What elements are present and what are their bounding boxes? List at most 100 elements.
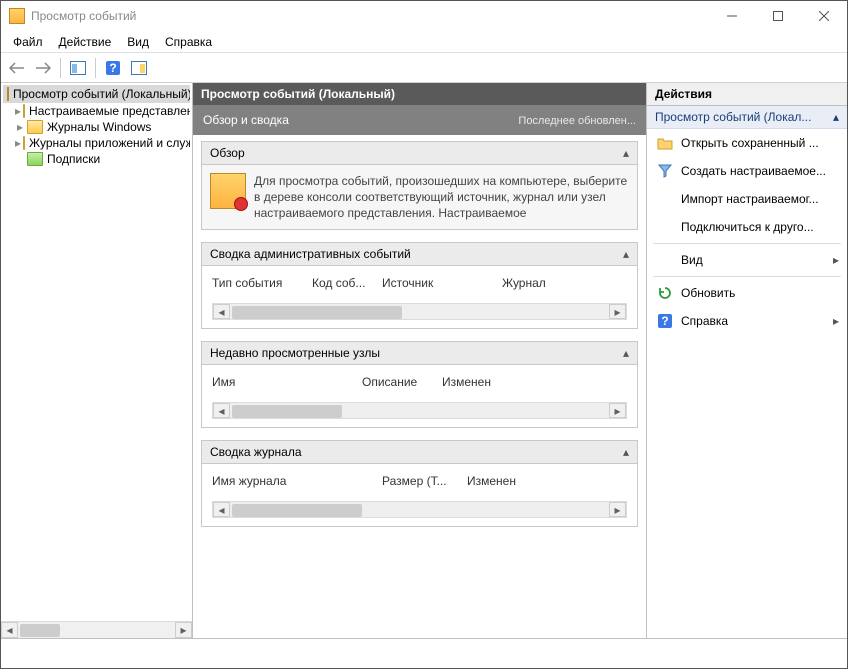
admin-body: Тип события Код соб... Источник Журнал ◂… <box>201 266 638 329</box>
menu-action[interactable]: Действие <box>51 33 120 51</box>
show-actions-button[interactable] <box>127 56 151 80</box>
col-name[interactable]: Имя <box>212 373 362 391</box>
recent-hscroll[interactable]: ◂ ▸ <box>212 402 627 419</box>
tree-root[interactable]: Просмотр событий (Локальный) <box>3 85 190 103</box>
scroll-thumb[interactable] <box>20 624 60 637</box>
recent-columns: Имя Описание Изменен <box>212 373 627 394</box>
scroll-track[interactable] <box>230 304 609 319</box>
scroll-right-button[interactable]: ▸ <box>609 304 626 319</box>
menu-file[interactable]: Файл <box>5 33 51 51</box>
last-update: Последнее обновлен... <box>518 115 636 127</box>
scroll-track[interactable] <box>230 403 609 418</box>
section-log-summary: Сводка журнала ▴ Имя журнала Размер (Т..… <box>201 440 638 527</box>
col-event-type[interactable]: Тип события <box>212 274 312 292</box>
section-head-recent[interactable]: Недавно просмотренные узлы ▴ <box>201 341 638 365</box>
tree-item-custom-views[interactable]: ▸ Настраиваемые представления <box>3 103 190 119</box>
show-tree-button[interactable] <box>66 56 90 80</box>
folder-icon <box>23 136 25 150</box>
refresh-icon <box>657 285 673 301</box>
action-label: Открыть сохраненный ... <box>681 136 819 150</box>
overview-text: Для просмотра событий, произошедших на к… <box>254 173 629 221</box>
scroll-thumb[interactable] <box>232 504 362 517</box>
collapse-icon[interactable]: ▴ <box>623 346 629 360</box>
col-modified[interactable]: Изменен <box>442 373 497 391</box>
menubar: Файл Действие Вид Справка <box>1 31 847 53</box>
action-open-saved-log[interactable]: Открыть сохраненный ... <box>647 129 847 157</box>
scroll-right-button[interactable]: ▸ <box>175 622 192 638</box>
tree-item-subscriptions[interactable]: Подписки <box>3 151 190 167</box>
col-event-id[interactable]: Код соб... <box>312 274 382 292</box>
svg-text:?: ? <box>109 61 116 75</box>
expander-icon[interactable]: ▸ <box>15 106 21 116</box>
scroll-left-button[interactable]: ◂ <box>1 622 18 638</box>
actions-group-label: Просмотр событий (Локал... <box>655 110 811 124</box>
section-head-label: Обзор <box>210 146 245 160</box>
scroll-thumb[interactable] <box>232 405 342 418</box>
collapse-icon[interactable]: ▴ <box>623 146 629 160</box>
help-icon: ? <box>657 313 673 329</box>
scroll-right-button[interactable]: ▸ <box>609 502 626 517</box>
window-controls <box>709 1 847 31</box>
admin-columns: Тип события Код соб... Источник Журнал <box>212 274 627 295</box>
folder-icon <box>27 120 43 134</box>
toolbar-separator <box>60 58 61 78</box>
action-import-custom-view[interactable]: Импорт настраиваемог... <box>647 185 847 213</box>
forward-button[interactable] <box>31 56 55 80</box>
chevron-right-icon: ▸ <box>833 253 839 267</box>
section-head-label: Сводка журнала <box>210 445 302 459</box>
folder-icon <box>23 104 25 118</box>
action-create-custom-view[interactable]: Создать настраиваемое... <box>647 157 847 185</box>
expander-icon[interactable]: ▸ <box>15 122 25 132</box>
actions-group[interactable]: Просмотр событий (Локал... ▴ <box>647 106 847 129</box>
section-head-overview[interactable]: Обзор ▴ <box>201 141 638 165</box>
admin-hscroll[interactable]: ◂ ▸ <box>212 303 627 320</box>
filter-icon <box>657 163 673 179</box>
section-admin-summary: Сводка административных событий ▴ Тип со… <box>201 242 638 329</box>
close-button[interactable] <box>801 1 847 31</box>
menu-help[interactable]: Справка <box>157 33 220 51</box>
window-title: Просмотр событий <box>31 9 709 23</box>
maximize-button[interactable] <box>755 1 801 31</box>
col-source[interactable]: Источник <box>382 274 502 292</box>
action-view-submenu[interactable]: Вид ▸ <box>647 246 847 274</box>
log-hscroll[interactable]: ◂ ▸ <box>212 501 627 518</box>
tree-hscrollbar[interactable]: ◂ ▸ <box>1 621 192 638</box>
chevron-up-icon[interactable]: ▴ <box>833 110 839 124</box>
overview-body: Для просмотра событий, произошедших на к… <box>201 165 638 230</box>
tree-item-label: Настраиваемые представления <box>29 104 190 118</box>
action-help-submenu[interactable]: ? Справка ▸ <box>647 307 847 335</box>
scroll-track[interactable] <box>18 622 175 638</box>
expander-icon[interactable]: ▸ <box>15 138 21 148</box>
action-connect-remote[interactable]: Подключиться к друго... <box>647 213 847 241</box>
col-log-name[interactable]: Имя журнала <box>212 472 382 490</box>
toolbar-separator <box>95 58 96 78</box>
scroll-left-button[interactable]: ◂ <box>213 304 230 319</box>
center-pane: Просмотр событий (Локальный) Обзор и сво… <box>193 83 647 638</box>
help-button[interactable]: ? <box>101 56 125 80</box>
menu-view[interactable]: Вид <box>119 33 157 51</box>
col-log[interactable]: Журнал <box>502 274 552 292</box>
section-recent-nodes: Недавно просмотренные узлы ▴ Имя Описани… <box>201 341 638 428</box>
collapse-icon[interactable]: ▴ <box>623 445 629 459</box>
collapse-icon[interactable]: ▴ <box>623 247 629 261</box>
eventvwr-icon <box>7 87 9 101</box>
action-label: Создать настраиваемое... <box>681 164 826 178</box>
section-overview: Обзор ▴ Для просмотра событий, произошед… <box>201 141 638 230</box>
tree-item-app-logs[interactable]: ▸ Журналы приложений и служб <box>3 135 190 151</box>
scroll-left-button[interactable]: ◂ <box>213 403 230 418</box>
section-head-log[interactable]: Сводка журнала ▴ <box>201 440 638 464</box>
col-description[interactable]: Описание <box>362 373 442 391</box>
scroll-right-button[interactable]: ▸ <box>609 403 626 418</box>
titlebar: Просмотр событий <box>1 1 847 31</box>
col-size[interactable]: Размер (Т... <box>382 472 467 490</box>
scroll-left-button[interactable]: ◂ <box>213 502 230 517</box>
back-button[interactable] <box>5 56 29 80</box>
col-modified[interactable]: Изменен <box>467 472 522 490</box>
action-refresh[interactable]: Обновить <box>647 279 847 307</box>
scroll-thumb[interactable] <box>232 306 402 319</box>
app-icon <box>9 8 25 24</box>
section-head-admin[interactable]: Сводка административных событий ▴ <box>201 242 638 266</box>
scroll-track[interactable] <box>230 502 609 517</box>
tree-item-windows-logs[interactable]: ▸ Журналы Windows <box>3 119 190 135</box>
minimize-button[interactable] <box>709 1 755 31</box>
